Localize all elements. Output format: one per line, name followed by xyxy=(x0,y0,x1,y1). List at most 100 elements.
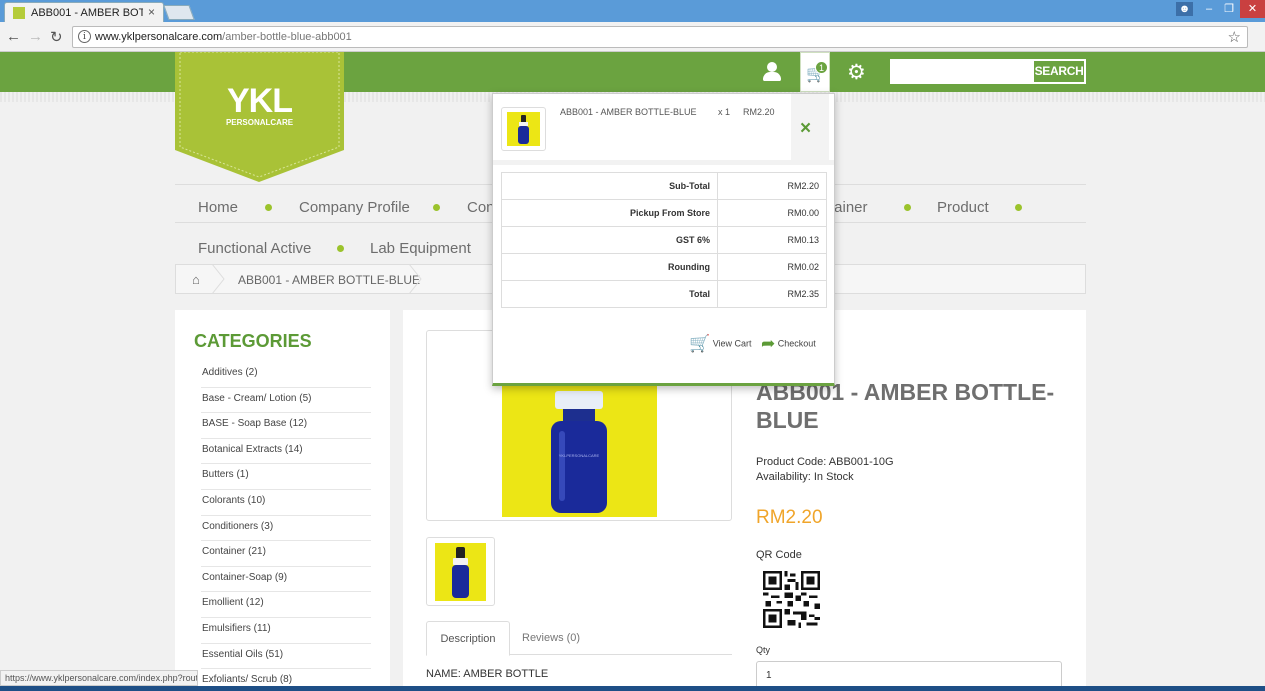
browser-tab-bar: ABB001 - AMBER BOTTLE × ☻ – ❐ ✕ xyxy=(0,0,1265,22)
favicon-icon xyxy=(13,7,25,19)
totals-label: Pickup From Store xyxy=(501,199,718,227)
remove-item-button[interactable]: × xyxy=(791,94,829,160)
description-text: NAME: AMBER BOTTLE xyxy=(426,668,549,680)
totals-value: RM2.20 xyxy=(717,172,827,200)
menu-item-container[interactable]: tainer xyxy=(830,199,868,216)
menu-item-con[interactable]: Con xyxy=(467,199,495,216)
tab-reviews[interactable]: Reviews (0) xyxy=(522,621,580,655)
profile-icon[interactable]: ☻ xyxy=(1176,2,1193,16)
info-icon[interactable]: i xyxy=(78,30,91,43)
categories-title: CATEGORIES xyxy=(194,331,312,351)
menu-item-company-profile[interactable]: Company Profile xyxy=(299,199,410,216)
menu-dot xyxy=(1015,204,1022,211)
totals-label: Total xyxy=(501,280,718,308)
category-item[interactable]: Conditioners (3) xyxy=(201,516,371,542)
category-item[interactable]: Container (21) xyxy=(201,541,371,567)
cart-button[interactable]: 🛒 1 xyxy=(800,52,830,92)
menu-dot xyxy=(337,245,344,252)
product-tabs: Description Reviews (0) xyxy=(426,621,732,656)
totals-row: Pickup From Store RM0.00 xyxy=(501,199,827,227)
search-button[interactable]: SEARCH xyxy=(1034,61,1084,82)
breadcrumb-current[interactable]: ABB001 - AMBER BOTTLE-BLUE xyxy=(238,273,420,287)
categories-sidebar: CATEGORIES Additives (2) Base - Cream/ L… xyxy=(175,310,390,691)
product-meta: Product Code: ABB001-10G Availability: I… xyxy=(756,455,894,485)
menu-item-lab-equipment[interactable]: Lab Equipment xyxy=(370,240,471,257)
totals-value: RM0.02 xyxy=(717,253,827,281)
new-tab-button[interactable] xyxy=(163,5,195,20)
category-item[interactable]: Additives (2) xyxy=(201,362,371,388)
totals-value: RM2.35 xyxy=(717,280,827,308)
category-item[interactable]: Essential Oils (51) xyxy=(201,644,371,670)
reload-icon[interactable]: ↻ xyxy=(50,28,63,46)
cart-count-badge: 1 xyxy=(815,61,828,74)
cart-divider xyxy=(493,160,834,165)
product-title: ABB001 - AMBER BOTTLE-BLUE xyxy=(756,379,1055,433)
bottle-label: YKLPERSONALCARE xyxy=(559,453,600,458)
totals-value: RM0.00 xyxy=(717,199,827,227)
address-bar: ← → ↻ i www.yklpersonalcare.com/amber-bo… xyxy=(0,22,1265,52)
qr-code-image xyxy=(763,571,820,628)
category-list: Additives (2) Base - Cream/ Lotion (5) B… xyxy=(201,362,371,691)
cart-item: ABB001 - AMBER BOTTLE-BLUE x 1 RM2.20 × xyxy=(493,94,834,164)
category-item[interactable]: Base - Cream/ Lotion (5) xyxy=(201,388,371,414)
menu-item-functional-active[interactable]: Functional Active xyxy=(198,240,311,257)
close-icon: × xyxy=(800,118,812,139)
product-availability: Availability: In Stock xyxy=(756,471,854,483)
product-thumbnail[interactable] xyxy=(426,537,495,606)
product-code: Product Code: ABB001-10G xyxy=(756,456,894,468)
logo-subtext: PERSONALCARE xyxy=(225,118,294,127)
status-bar: https://www.yklpersonalcare.com/index.ph… xyxy=(0,670,198,686)
logo-text: YKL xyxy=(227,82,293,120)
tab-description[interactable]: Description xyxy=(426,621,510,656)
tab-title: ABB001 - AMBER BOTTLE xyxy=(31,7,143,19)
cart-item-thumbnail[interactable] xyxy=(501,107,546,151)
category-item[interactable]: Botanical Extracts (14) xyxy=(201,439,371,465)
gear-icon[interactable]: ⚙ xyxy=(847,60,866,85)
user-icon[interactable] xyxy=(761,62,783,82)
menu-dot xyxy=(433,204,440,211)
category-item[interactable]: Colorants (10) xyxy=(201,490,371,516)
breadcrumb-separator xyxy=(408,264,422,294)
category-item[interactable]: Butters (1) xyxy=(201,464,371,490)
category-item[interactable]: Emollient (12) xyxy=(201,592,371,618)
share-arrow-icon: ➦ xyxy=(761,334,776,353)
tab-close-icon[interactable]: × xyxy=(148,5,155,19)
search-input[interactable] xyxy=(892,61,1034,82)
cart-totals-table: Sub-Total RM2.20 Pickup From Store RM0.00 … xyxy=(501,172,827,308)
cart-dropdown: ABB001 - AMBER BOTTLE-BLUE x 1 RM2.20 × … xyxy=(492,93,835,386)
totals-value: RM0.13 xyxy=(717,226,827,254)
totals-row: Total RM2.35 xyxy=(501,280,827,308)
home-icon[interactable]: ⌂ xyxy=(192,272,200,287)
menu-dot xyxy=(904,204,911,211)
menu-item-product[interactable]: Product xyxy=(937,199,989,216)
category-item[interactable]: BASE - Soap Base (12) xyxy=(201,413,371,439)
url-field[interactable]: i www.yklpersonalcare.com/amber-bottle-b… xyxy=(72,26,1248,48)
totals-row: Sub-Total RM2.20 xyxy=(501,172,827,200)
cart-item-price: RM2.20 xyxy=(743,107,775,117)
category-item[interactable]: Container-Soap (9) xyxy=(201,567,371,593)
category-item[interactable]: Emulsifiers (11) xyxy=(201,618,371,644)
cart-item-name[interactable]: ABB001 - AMBER BOTTLE-BLUE xyxy=(560,107,697,117)
back-icon[interactable]: ← xyxy=(6,28,21,45)
checkout-link[interactable]: ➦ Checkout xyxy=(761,334,816,354)
breadcrumb-separator xyxy=(211,264,225,294)
star-icon[interactable]: ☆ xyxy=(1228,28,1241,46)
menu-item-home[interactable]: Home xyxy=(198,199,238,216)
cart-icon: 🛒 xyxy=(689,334,711,353)
minimize-icon[interactable]: – xyxy=(1199,0,1219,18)
browser-tab[interactable]: ABB001 - AMBER BOTTLE × xyxy=(4,2,164,22)
qty-label: Qty xyxy=(756,645,771,655)
forward-icon[interactable]: → xyxy=(28,28,43,45)
totals-label: Rounding xyxy=(501,253,718,281)
maximize-icon[interactable]: ❐ xyxy=(1219,0,1239,18)
cart-item-qty: x 1 xyxy=(718,107,731,117)
site-logo[interactable]: YKL PERSONALCARE xyxy=(175,52,344,182)
qr-label: QR Code xyxy=(756,549,802,561)
menu-dot xyxy=(265,204,272,211)
totals-row: GST 6% RM0.13 xyxy=(501,226,827,254)
totals-row: Rounding RM0.02 xyxy=(501,253,827,281)
totals-label: GST 6% xyxy=(501,226,718,254)
view-cart-link[interactable]: 🛒 View Cart xyxy=(689,334,752,354)
window-close-icon[interactable]: ✕ xyxy=(1240,0,1265,18)
taskbar xyxy=(0,686,1265,691)
